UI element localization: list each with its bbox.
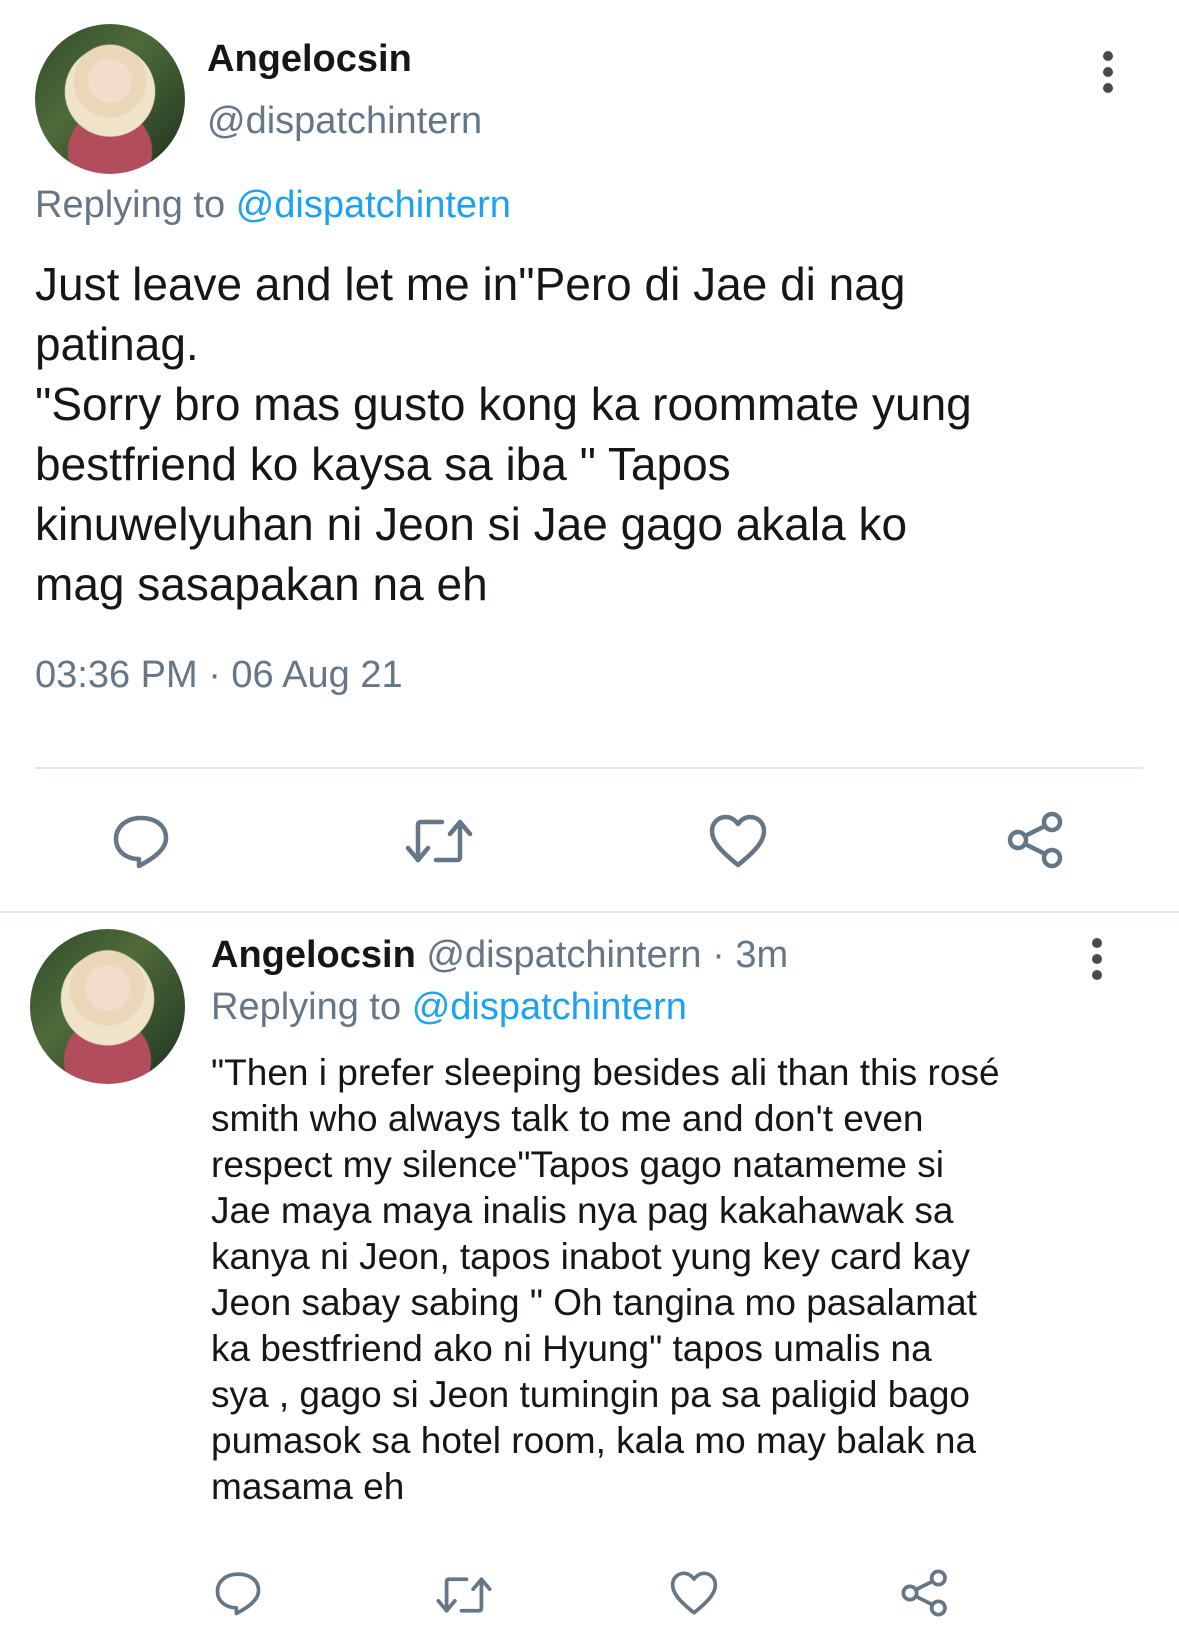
display-name[interactable]: Angelocsin [211, 934, 416, 976]
replying-to-link[interactable]: @dispatchintern [236, 184, 511, 226]
like-icon[interactable] [669, 1570, 719, 1616]
more-options-icon[interactable] [1089, 937, 1105, 981]
retweet-icon[interactable] [435, 1574, 493, 1616]
time-ago[interactable]: · 3m [712, 934, 788, 976]
retweet-icon[interactable] [404, 816, 474, 866]
tweet-separator [0, 911, 1179, 913]
replying-to-line: Replying to @dispatchintern [35, 184, 511, 227]
reply-icon[interactable] [214, 1570, 262, 1616]
avatar[interactable] [35, 24, 185, 174]
replying-prefix: Replying to [211, 986, 402, 1028]
handle[interactable]: @dispatchintern [426, 934, 701, 976]
replying-prefix: Replying to [35, 184, 226, 226]
display-name[interactable]: Angelocsin [207, 38, 412, 81]
tweet-text: "Then i prefer sleeping besides ali than… [211, 1052, 1000, 1507]
reply-icon[interactable] [112, 813, 170, 869]
reply-header: Angelocsin @dispatchintern · 3m [211, 934, 788, 977]
share-icon[interactable] [1006, 810, 1066, 870]
replying-to-link[interactable]: @dispatchintern [412, 986, 687, 1028]
timestamp[interactable]: 03:36 PM · 06 Aug 21 [35, 654, 403, 697]
avatar[interactable] [30, 929, 185, 1084]
share-icon[interactable] [900, 1568, 950, 1618]
replying-to-line: Replying to @dispatchintern [211, 986, 687, 1029]
like-icon[interactable] [708, 813, 768, 869]
handle[interactable]: @dispatchintern [207, 100, 482, 143]
divider [35, 767, 1143, 769]
tweet-text: Just leave and let me in"Pero di Jae di … [35, 258, 972, 610]
more-options-icon[interactable] [1100, 50, 1116, 94]
